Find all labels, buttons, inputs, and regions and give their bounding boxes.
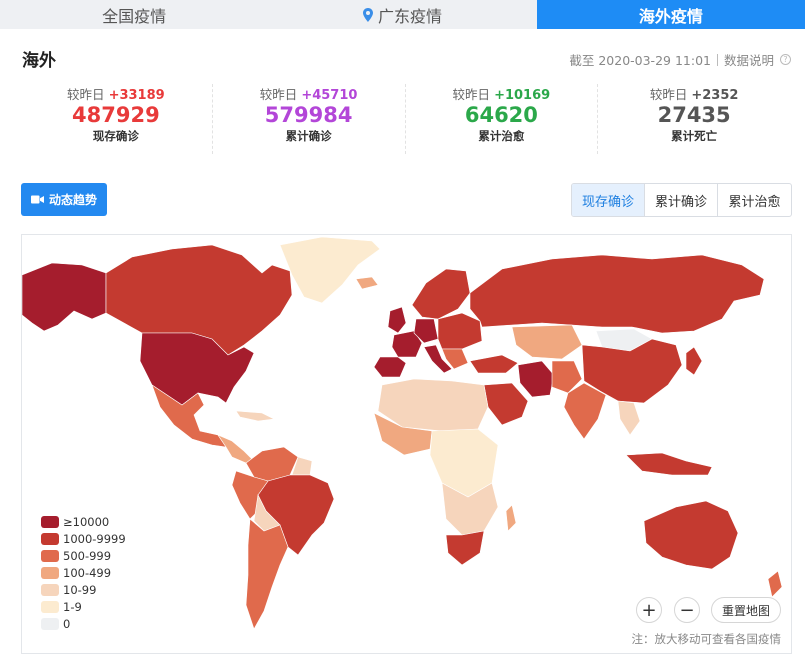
- delta-label: 较昨日: [452, 87, 491, 102]
- stat-value: 579984: [264, 103, 353, 127]
- map-region-australia[interactable]: [643, 500, 739, 570]
- map-region-eastern-europe[interactable]: [437, 312, 483, 350]
- delta-label: 较昨日: [259, 87, 298, 102]
- legend-label: 1-9: [63, 599, 82, 614]
- legend-label: 100-499: [63, 565, 112, 580]
- update-time: 截至 2020-03-29 11:01 数据说明 ?: [569, 50, 791, 69]
- legend-label: 1000-9999: [63, 531, 126, 546]
- legend-item: 500-999: [41, 547, 126, 564]
- delta-value: +10169: [494, 88, 551, 103]
- trend-button-label: 动态趋势: [48, 193, 97, 207]
- map-region-turkey[interactable]: [469, 354, 519, 374]
- world-map[interactable]: ≥10000 1000-9999 500-999 100-499 10-99 1…: [21, 234, 792, 654]
- divider: [716, 53, 718, 66]
- stat-value: 27435: [657, 103, 731, 127]
- stat-value: 487929: [72, 103, 160, 127]
- legend-swatch: [41, 583, 59, 596]
- data-note-link[interactable]: 数据说明: [724, 50, 774, 69]
- map-region-central-america[interactable]: [217, 434, 255, 464]
- stat-label: 累计治愈: [478, 129, 525, 143]
- location-pin-icon: [362, 7, 373, 22]
- tab-guangdong[interactable]: 广东疫情: [268, 0, 536, 29]
- stat-label: 累计确诊: [285, 129, 332, 143]
- video-camera-icon: [30, 195, 44, 204]
- delta-value: +45710: [301, 88, 358, 103]
- map-legend: ≥10000 1000-9999 500-999 100-499 10-99 1…: [41, 513, 126, 632]
- stat-total-confirmed: 较昨日 +45710 579984 累计确诊: [213, 84, 406, 154]
- map-region-chile-argentina[interactable]: [245, 518, 289, 630]
- legend-item: 1-9: [41, 598, 126, 615]
- zoom-in-button[interactable]: +: [636, 597, 662, 623]
- map-region-spain[interactable]: [373, 356, 407, 378]
- map-region-new-zealand[interactable]: [767, 570, 783, 598]
- map-region-saudi-arabia[interactable]: [483, 382, 529, 426]
- tab-current-confirmed[interactable]: 现存确诊: [572, 184, 645, 216]
- map-region-india[interactable]: [563, 382, 607, 440]
- legend-swatch: [41, 549, 59, 562]
- stat-current-confirmed: 较昨日 +33189 487929 现存确诊: [20, 84, 213, 154]
- tab-national-label: 全国疫情: [102, 6, 167, 26]
- map-region-indonesia[interactable]: [625, 452, 713, 476]
- world-map-svg[interactable]: [22, 235, 792, 654]
- region-tabs: 全国疫情 广东疫情 海外疫情: [0, 0, 805, 29]
- stat-label: 累计死亡: [671, 129, 718, 143]
- map-region-alaska[interactable]: [22, 262, 107, 332]
- update-time-text: 截至 2020-03-29 11:01: [569, 53, 711, 68]
- map-region-south-africa[interactable]: [445, 530, 485, 566]
- tab-total-confirmed[interactable]: 累计确诊: [645, 184, 718, 216]
- delta-value: +33189: [108, 88, 165, 103]
- legend-label: ≥10000: [63, 514, 110, 529]
- map-region-iceland[interactable]: [355, 276, 379, 290]
- stat-delta: 较昨日 +45710: [213, 84, 405, 103]
- legend-swatch: [41, 566, 59, 579]
- stat-delta: 较昨日 +10169: [406, 84, 598, 103]
- zoom-out-button[interactable]: −: [674, 597, 700, 623]
- tab-overseas[interactable]: 海外疫情: [536, 0, 805, 29]
- tab-national[interactable]: 全国疫情: [0, 0, 268, 29]
- stats-row: 较昨日 +33189 487929 现存确诊 较昨日 +45710 579984 累…: [20, 84, 790, 154]
- reset-map-button[interactable]: 重置地图: [711, 597, 781, 623]
- delta-value: +2352: [691, 88, 739, 103]
- legend-swatch: [41, 617, 59, 630]
- stat-label: 现存确诊: [92, 129, 139, 143]
- map-region-madagascar[interactable]: [505, 504, 517, 532]
- legend-item: 0: [41, 615, 126, 632]
- legend-item: ≥10000: [41, 513, 126, 530]
- tab-overseas-label: 海外疫情: [638, 6, 703, 26]
- tab-guangdong-label: 广东疫情: [377, 6, 442, 26]
- map-metric-tabs: 现存确诊 累计确诊 累计治愈: [571, 183, 792, 217]
- trend-button[interactable]: 动态趋势: [21, 183, 107, 216]
- legend-label: 0: [63, 616, 71, 631]
- stat-total-cured: 较昨日 +10169 64620 累计治愈: [406, 84, 599, 154]
- tab-total-cured[interactable]: 累计治愈: [718, 184, 791, 216]
- page-title: 海外: [22, 51, 56, 71]
- delta-label: 较昨日: [67, 87, 105, 102]
- legend-item: 1000-9999: [41, 530, 126, 547]
- map-region-korea-japan[interactable]: [685, 346, 703, 376]
- map-region-caribbean[interactable]: [235, 410, 276, 422]
- map-region-scandinavia[interactable]: [411, 268, 471, 320]
- map-region-greenland[interactable]: [279, 236, 381, 304]
- stat-delta: 较昨日 +2352: [598, 84, 790, 103]
- stat-total-deaths: 较昨日 +2352 27435 累计死亡: [598, 84, 790, 154]
- legend-label: 10-99: [63, 582, 97, 597]
- map-region-iran[interactable]: [517, 360, 555, 398]
- map-region-southeast-asia[interactable]: [617, 400, 641, 436]
- map-region-uk[interactable]: [387, 306, 407, 334]
- legend-swatch: [41, 532, 59, 545]
- delta-label: 较昨日: [649, 87, 688, 102]
- help-icon[interactable]: ?: [780, 54, 791, 65]
- legend-label: 500-999: [63, 548, 112, 563]
- stat-value: 64620: [464, 103, 538, 127]
- legend-swatch: [41, 515, 59, 528]
- stat-delta: 较昨日 +33189: [20, 84, 212, 103]
- map-region-kazakhstan[interactable]: [511, 324, 583, 360]
- map-region-russia[interactable]: [469, 254, 765, 334]
- legend-item: 100-499: [41, 564, 126, 581]
- legend-swatch: [41, 600, 59, 613]
- legend-item: 10-99: [41, 581, 126, 598]
- map-note: 注：放大移动可查看各国疫情: [631, 632, 782, 646]
